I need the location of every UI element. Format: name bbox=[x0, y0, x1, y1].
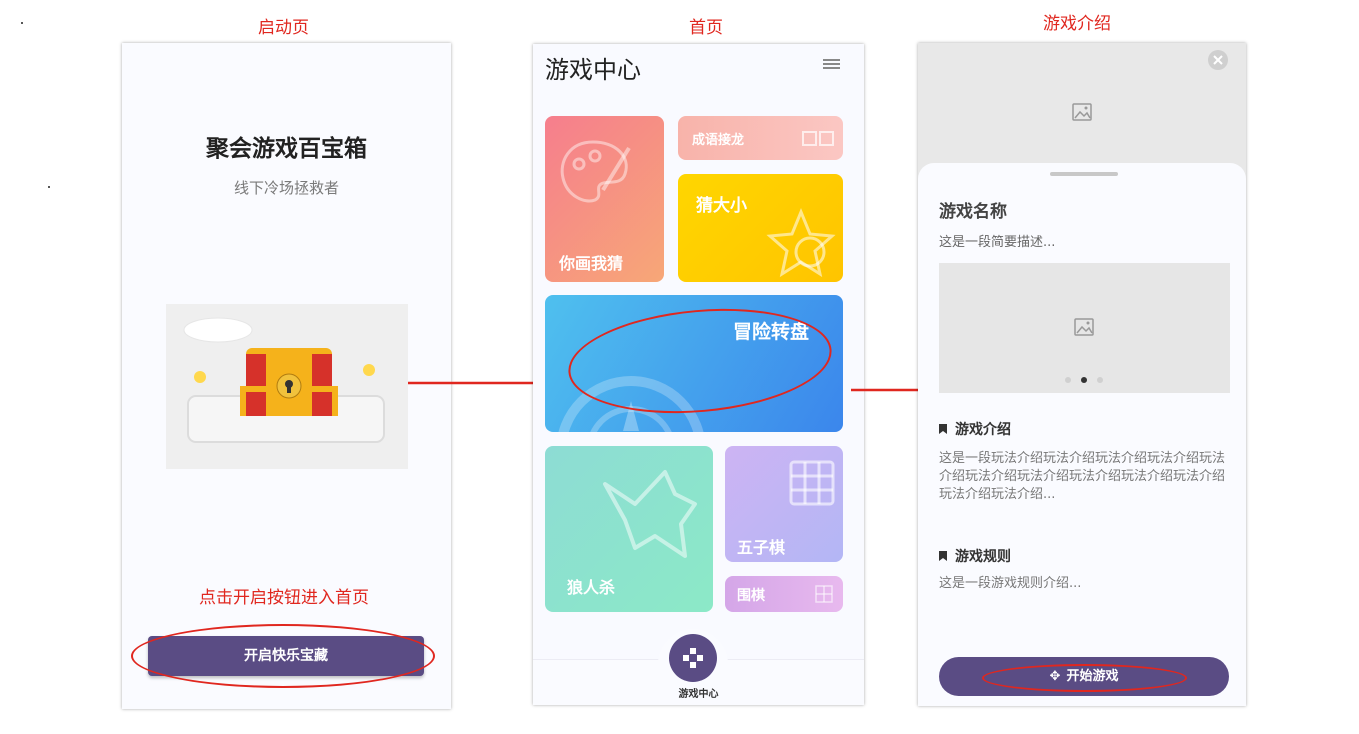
card-label: 围棋 bbox=[737, 588, 765, 604]
carousel-dot[interactable] bbox=[1065, 377, 1071, 383]
gamepad-icon bbox=[683, 648, 703, 668]
tab-label: 游戏中心 bbox=[678, 689, 719, 700]
intro-body: 这是一段玩法介绍玩法介绍玩法介绍玩法介绍玩法介绍玩法介绍玩法介绍玩法介绍玩法介绍… bbox=[939, 451, 1226, 502]
palette-icon bbox=[560, 140, 631, 203]
grid-icon bbox=[815, 585, 833, 603]
detail-sheet: 游戏名称 这是一段简要描述... 游戏介绍 这是一段玩法介绍玩法介绍玩法介绍玩法… bbox=[918, 163, 1246, 706]
image-placeholder-icon bbox=[1074, 318, 1094, 336]
game-card-idiom-chain[interactable]: 成语接龙 bbox=[678, 116, 843, 160]
annotation-circle bbox=[131, 624, 435, 688]
card-label: 狼人杀 bbox=[567, 578, 616, 597]
splash-screen: 聚会游戏百宝箱 线下冷场拯救者 开启快乐宝藏 bbox=[122, 43, 451, 709]
board-grid-icon bbox=[789, 460, 835, 506]
image-placeholder-icon bbox=[1072, 103, 1092, 121]
rules-section-title: 游戏规则 bbox=[939, 546, 1011, 566]
app-title: 聚会游戏百宝箱 bbox=[206, 136, 367, 162]
card-label: 你画我猜 bbox=[559, 254, 624, 273]
annotation-circle bbox=[982, 664, 1187, 692]
caption-detail: 游戏介绍 bbox=[1043, 14, 1111, 34]
bookmark-icon bbox=[939, 551, 947, 561]
wolf-icon bbox=[603, 470, 697, 558]
image-carousel[interactable] bbox=[939, 263, 1230, 393]
sheet-grabber[interactable] bbox=[1050, 172, 1118, 176]
game-card-guess-size[interactable]: 猜大小 bbox=[678, 174, 843, 282]
carousel-dot[interactable] bbox=[1097, 377, 1103, 383]
close-icon[interactable] bbox=[1208, 50, 1228, 70]
page-title: 游戏中心 bbox=[545, 56, 641, 84]
caption-note: 点击开启按钮进入首页 bbox=[199, 588, 369, 608]
caption-splash: 启动页 bbox=[258, 18, 309, 38]
card-label: 猜大小 bbox=[696, 196, 747, 216]
rules-body: 这是一段游戏规则介绍... bbox=[939, 576, 1082, 591]
game-name: 游戏名称 bbox=[939, 202, 1007, 222]
caption-home: 首页 bbox=[689, 18, 723, 38]
bookmark-icon bbox=[939, 424, 947, 434]
stray-dot bbox=[48, 186, 50, 188]
game-card-draw-guess[interactable]: 你画我猜 bbox=[545, 116, 664, 282]
tab-game-center[interactable] bbox=[669, 634, 717, 682]
prototype-canvas: 启动页 首页 游戏介绍 聚会游戏百宝箱 线下冷场拯救者 开启快乐宝藏 点击开启按… bbox=[0, 0, 1359, 734]
app-subtitle: 线下冷场拯救者 bbox=[233, 179, 339, 197]
carousel-dot-active[interactable] bbox=[1081, 377, 1087, 383]
intro-section-title: 游戏介绍 bbox=[939, 419, 1011, 439]
stray-dot bbox=[21, 22, 23, 24]
card-label: 五子棋 bbox=[737, 538, 786, 557]
chain-icon bbox=[802, 131, 834, 146]
game-card-werewolf[interactable]: 狼人杀 bbox=[545, 446, 713, 612]
hamburger-menu-icon[interactable] bbox=[823, 59, 840, 72]
game-detail-screen: 游戏名称 这是一段简要描述... 游戏介绍 这是一段玩法介绍玩法介绍玩法介绍玩法… bbox=[918, 43, 1246, 706]
card-label: 成语接龙 bbox=[692, 133, 745, 148]
game-short-desc: 这是一段简要描述... bbox=[939, 235, 1056, 250]
star-question-icon bbox=[766, 208, 836, 278]
treasure-chest-image bbox=[166, 304, 408, 469]
game-card-gomoku[interactable]: 五子棋 bbox=[725, 446, 843, 562]
game-card-go[interactable]: 围棋 bbox=[725, 576, 843, 612]
